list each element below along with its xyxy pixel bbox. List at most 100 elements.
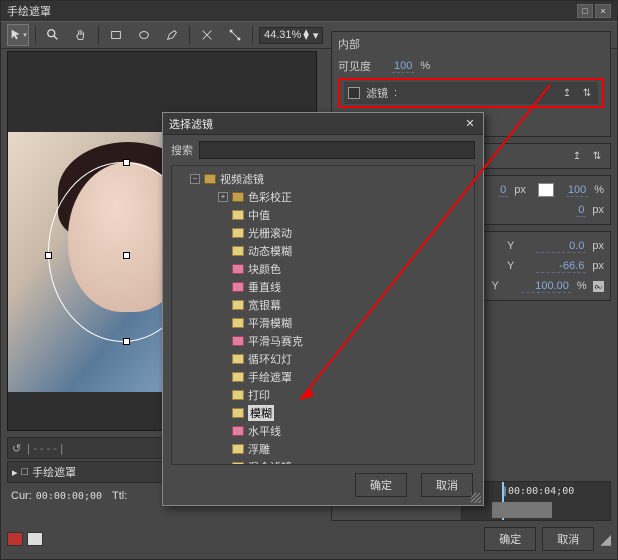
filter-icon	[232, 282, 244, 292]
tree-item-label: 光栅滚动	[248, 225, 292, 241]
tree-root-label: 视频滤镜	[220, 171, 264, 187]
zoom-value: 44.31%	[264, 29, 301, 41]
loop-icon[interactable]: ↺	[12, 442, 21, 455]
tree-item[interactable]: 水平线	[176, 422, 470, 440]
tree-item-label: 色彩校正	[248, 189, 292, 205]
arrow-tool[interactable]: ▾	[7, 24, 29, 46]
edit-tool[interactable]	[196, 24, 218, 46]
tree-item[interactable]: 宽银幕	[176, 296, 470, 314]
tree-item[interactable]: 块颜色	[176, 260, 470, 278]
px-value-b[interactable]: 0	[576, 204, 586, 217]
rect-tool[interactable]	[105, 24, 127, 46]
infinity-icon[interactable]: ⧜	[593, 281, 604, 292]
tree-item[interactable]: 模糊	[176, 404, 470, 422]
y1-value[interactable]: 0.0	[536, 240, 586, 253]
separator	[189, 26, 190, 44]
pen-tool[interactable]	[161, 24, 183, 46]
visibility-label: 可见度	[338, 58, 386, 74]
y-label: Y	[507, 260, 514, 272]
timeline-clip[interactable]	[492, 502, 552, 518]
ellipse-tool[interactable]	[133, 24, 155, 46]
visibility-value[interactable]: 100	[392, 60, 414, 73]
cur-label: Cur:	[11, 490, 32, 502]
filter-checkbox[interactable]	[348, 87, 360, 99]
node-tool[interactable]	[224, 24, 246, 46]
timeline-body[interactable]: |00:00:04;00	[462, 482, 610, 520]
dialog-ok-button[interactable]: 确定	[355, 473, 407, 497]
filter-icon	[232, 372, 244, 382]
zoom-tool[interactable]	[42, 24, 64, 46]
search-label: 搜索	[171, 142, 193, 158]
y2-value[interactable]: -66.6	[536, 260, 586, 273]
titlebar: 手绘遮罩 □ ×	[1, 1, 617, 21]
percent-unit: %	[420, 60, 430, 72]
highlight-box: 滤镜 : ↥ ⇅	[338, 78, 604, 108]
import-icon[interactable]: ↥	[560, 86, 574, 100]
tree-root[interactable]: − 视频滤镜	[176, 170, 470, 188]
tree-item[interactable]: 平滑模糊	[176, 314, 470, 332]
separator	[252, 26, 253, 44]
current-timecode: 00:00:00;00	[36, 491, 102, 502]
collapse-icon[interactable]: −	[190, 174, 200, 184]
search-input[interactable]	[199, 141, 475, 159]
tree-item-label: 水平线	[248, 423, 281, 439]
color-swatch[interactable]	[538, 183, 554, 197]
hand-tool[interactable]	[70, 24, 92, 46]
close-button[interactable]: ×	[595, 4, 611, 18]
expand-icon[interactable]: ▸	[12, 466, 18, 479]
tree-item[interactable]: 平滑马赛克	[176, 332, 470, 350]
filter-icon	[232, 354, 244, 364]
resize-grip[interactable]	[471, 493, 481, 503]
folder-icon	[204, 174, 216, 184]
filter-icon	[232, 444, 244, 454]
maximize-button[interactable]: □	[577, 4, 593, 18]
link-icon[interactable]: ⇅	[580, 86, 594, 100]
expand-icon[interactable]: +	[218, 192, 228, 202]
filter-tree[interactable]: − 视频滤镜 + 色彩校正中值光栅滚动动态模糊块颜色垂直线宽银幕平滑模糊平滑马赛克…	[171, 165, 475, 465]
tree-item[interactable]: 循环幻灯	[176, 350, 470, 368]
tree-item-label: 浮雕	[248, 441, 270, 457]
select-filter-dialog: 选择滤镜 ✕ 搜索 − 视频滤镜 + 色彩校正中值光栅滚动动态模糊块颜色垂直线宽银…	[162, 112, 484, 506]
filter-icon	[232, 246, 244, 256]
colon: :	[394, 87, 397, 99]
y3-value[interactable]: 100.00	[521, 280, 571, 293]
dialog-cancel-button[interactable]: 取消	[421, 473, 473, 497]
bottom-bar: 确定 取消 ◢	[7, 525, 611, 553]
separator	[35, 26, 36, 44]
tree-item-label: 混合滤镜	[248, 459, 292, 465]
tree-item[interactable]: 中值	[176, 206, 470, 224]
tree-item[interactable]: 手绘遮罩	[176, 368, 470, 386]
ok-button[interactable]: 确定	[484, 527, 536, 551]
tree-item[interactable]: 混合滤镜	[176, 458, 470, 465]
link-icon[interactable]: ⇅	[590, 149, 604, 163]
tree-item[interactable]: 垂直线	[176, 278, 470, 296]
tree-item[interactable]: 打印	[176, 386, 470, 404]
pct-a[interactable]: 100	[566, 184, 588, 197]
y-label: Y	[507, 240, 514, 252]
filter-icon	[232, 300, 244, 310]
clip-name: 手绘遮罩	[32, 464, 76, 480]
filter-label: 滤镜	[366, 85, 388, 101]
tree-item[interactable]: 动态模糊	[176, 242, 470, 260]
tree-item[interactable]: 光栅滚动	[176, 224, 470, 242]
zoom-combo[interactable]: 44.31% ▴▾ ▾	[259, 27, 323, 44]
cancel-button[interactable]: 取消	[542, 527, 594, 551]
filter-icon	[232, 408, 244, 418]
dialog-close-button[interactable]: ✕	[463, 117, 477, 131]
color-a[interactable]	[7, 532, 23, 546]
filter-icon	[232, 426, 244, 436]
tree-item-label: 块颜色	[248, 261, 281, 277]
color-b[interactable]	[27, 532, 43, 546]
timeline-timecode: |00:00:04;00	[502, 486, 574, 497]
tree-item[interactable]: 浮雕	[176, 440, 470, 458]
dialog-title: 选择滤镜	[169, 116, 463, 132]
filter-icon	[232, 210, 244, 220]
tree-item[interactable]: + 色彩校正	[176, 188, 470, 206]
filter-icon	[232, 228, 244, 238]
section-internal-title: 内部	[338, 36, 604, 52]
tree-item-label: 垂直线	[248, 279, 281, 295]
tree-item-label: 动态模糊	[248, 243, 292, 259]
filter-icon	[232, 264, 244, 274]
import-icon[interactable]: ↥	[570, 149, 584, 163]
px-value-a[interactable]: 0	[498, 184, 508, 197]
